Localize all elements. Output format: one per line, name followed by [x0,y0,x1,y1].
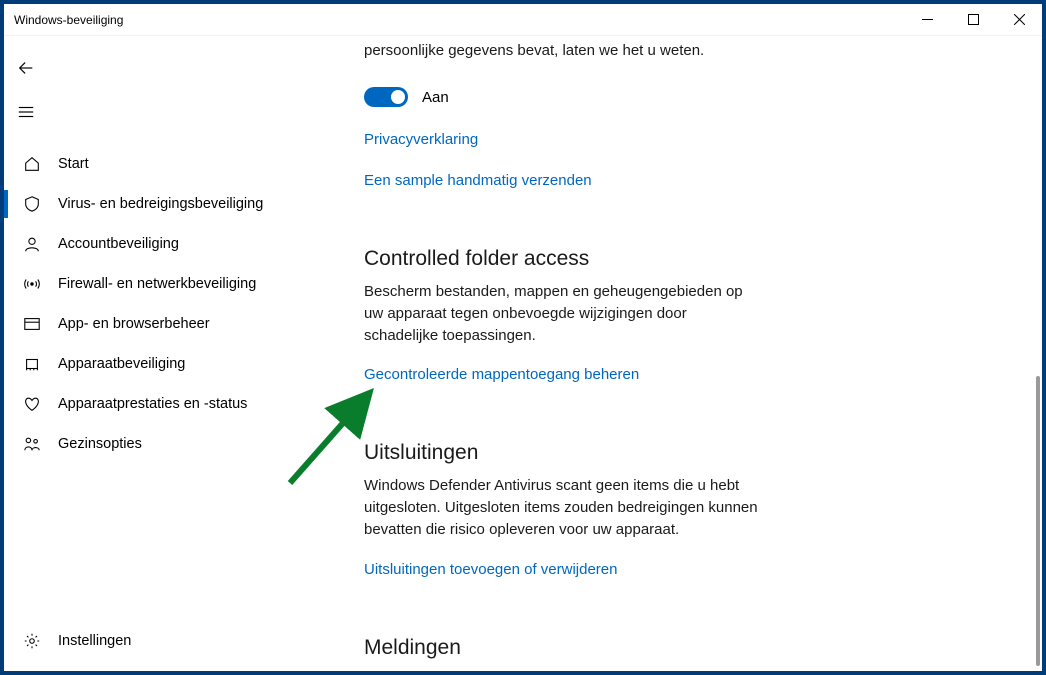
nav-item-settings[interactable]: Instellingen [4,621,324,661]
exclusions-title: Uitsluitingen [364,441,764,465]
nav-label: Start [58,156,89,172]
family-icon [22,434,42,454]
cfa-desc: Bescherm bestanden, mappen en geheugenge… [364,281,764,346]
heart-icon [22,394,42,414]
close-button[interactable] [996,4,1042,35]
nav-item-firewall[interactable]: Firewall- en netwerkbeveiliging [4,264,324,304]
person-icon [22,234,42,254]
cfa-section: Controlled folder access Bescherm bestan… [364,247,764,383]
network-icon [22,274,42,294]
nav-label: App- en browserbeheer [58,316,210,332]
nav-label: Firewall- en netwerkbeveiliging [58,276,256,292]
window-controls [904,4,1042,35]
hamburger-button[interactable] [4,90,48,134]
app-icon [22,314,42,334]
nav-label: Gezinsopties [58,436,142,452]
home-icon [22,154,42,174]
top-description: persoonlijke gegevens bevat, laten we he… [364,40,764,61]
nav-label: Apparaatprestaties en -status [58,396,247,412]
toggle-label: Aan [422,89,449,106]
nav-item-family[interactable]: Gezinsopties [4,424,324,464]
nav-item-health[interactable]: Apparaatprestaties en -status [4,384,324,424]
maximize-button[interactable] [950,4,996,35]
exclusions-section: Uitsluitingen Windows Defender Antivirus… [364,441,764,577]
nav-item-device[interactable]: Apparaatbeveiliging [4,344,324,384]
scrollbar-track[interactable] [1036,36,1040,671]
sidebar: Start Virus- en bedreigingsbeveiliging A… [4,36,324,671]
nav-label: Instellingen [58,633,131,649]
window-title: Windows-beveiliging [14,13,123,27]
exclusions-link[interactable]: Uitsluitingen toevoegen of verwijderen [364,561,764,578]
chip-icon [22,354,42,374]
nav-item-app[interactable]: App- en browserbeheer [4,304,324,344]
nav-label: Accountbeveiliging [58,236,179,252]
scrollbar-thumb[interactable] [1036,376,1040,666]
app-window: Windows-beveiliging [0,0,1046,675]
send-sample-link[interactable]: Een sample handmatig verzenden [364,172,764,189]
nav-item-virus[interactable]: Virus- en bedreigingsbeveiliging [4,184,324,224]
nav-label: Apparaatbeveiliging [58,356,185,372]
toggle-row: Aan [364,87,764,107]
notifications-section: Meldingen [364,636,764,660]
minimize-button[interactable] [904,4,950,35]
nav-item-home[interactable]: Start [4,144,324,184]
back-button[interactable] [4,46,48,90]
cfa-title: Controlled folder access [364,247,764,271]
cloud-toggle[interactable] [364,87,408,107]
privacy-link[interactable]: Privacyverklaring [364,131,764,148]
cfa-manage-link[interactable]: Gecontroleerde mappentoegang beheren [364,366,764,383]
nav-list: Start Virus- en bedreigingsbeveiliging A… [4,144,324,464]
exclusions-desc: Windows Defender Antivirus scant geen it… [364,475,764,540]
titlebar: Windows-beveiliging [4,4,1042,36]
nav-item-account[interactable]: Accountbeveiliging [4,224,324,264]
notifications-title: Meldingen [364,636,764,660]
content-area: persoonlijke gegevens bevat, laten we he… [324,36,1042,671]
shield-icon [22,194,42,214]
gear-icon [22,631,42,651]
nav-label: Virus- en bedreigingsbeveiliging [58,196,263,212]
